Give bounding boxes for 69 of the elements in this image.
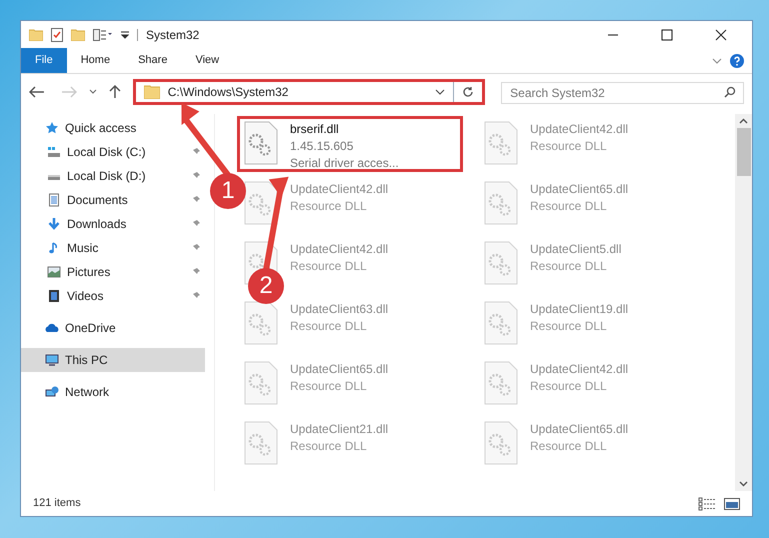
file-gears-icon xyxy=(244,361,278,405)
dropdown-icon[interactable] xyxy=(121,30,129,38)
file-gears-icon xyxy=(244,181,278,225)
ribbon-tab[interactable]: File xyxy=(21,48,67,73)
file-detail: Resource DLL xyxy=(290,378,368,395)
file-gears-icon xyxy=(484,361,518,405)
chevron-down-icon[interactable] xyxy=(435,89,446,95)
file-gears-icon xyxy=(484,121,518,165)
sidebar-item[interactable]: Network xyxy=(21,380,205,404)
up-arrow-icon[interactable] xyxy=(108,85,121,99)
file-detail: Resource DLL xyxy=(290,438,368,455)
file-gears-icon xyxy=(244,301,278,345)
file-gears-icon xyxy=(484,301,518,345)
file-gears-icon xyxy=(244,121,278,165)
large-icons-view-icon[interactable] xyxy=(724,498,740,510)
address-bar[interactable]: C:\Windows\System32 xyxy=(132,79,486,105)
file-gears-icon xyxy=(484,181,518,225)
drive-win-icon xyxy=(47,145,61,159)
file-detail: Resource DLL xyxy=(290,318,368,335)
sidebar-item[interactable]: This PC xyxy=(21,348,205,372)
file-gears-icon xyxy=(484,421,518,465)
file-gears-icon xyxy=(484,241,518,285)
search-icon xyxy=(724,86,736,98)
properties-icon[interactable] xyxy=(93,28,113,40)
chevron-down-icon[interactable] xyxy=(739,481,748,487)
file-detail: Resource DLL xyxy=(530,438,608,455)
cloud-icon xyxy=(45,321,59,335)
sidebar-item[interactable]: Pictures xyxy=(21,260,205,284)
folder-icon xyxy=(144,85,160,99)
file-detail: Resource DLL xyxy=(530,258,608,275)
file-detail: Resource DLL xyxy=(290,198,368,215)
picture-icon xyxy=(47,265,61,279)
file-detail: Resource DLL xyxy=(530,138,608,155)
sidebar-item[interactable]: Videos xyxy=(21,284,205,308)
expand-ribbon-icon[interactable] xyxy=(712,58,722,64)
sidebar-item[interactable]: Downloads xyxy=(21,212,205,236)
window-title: System32 xyxy=(146,26,200,44)
sidebar-item[interactable]: Local Disk (D:) xyxy=(21,164,205,188)
document-icon xyxy=(47,193,61,207)
item-count: 121 items xyxy=(33,496,81,512)
sidebar-item[interactable]: OneDrive xyxy=(21,316,205,340)
back-arrow-icon[interactable] xyxy=(29,86,45,98)
sidebar-item[interactable]: Quick access xyxy=(21,116,205,140)
file-detail: Resource DLL xyxy=(530,378,608,395)
chevron-down-icon[interactable] xyxy=(88,89,97,95)
file-detail: Resource DLL xyxy=(290,258,368,275)
scrollbar[interactable] xyxy=(735,114,752,491)
download-icon xyxy=(47,217,61,231)
file-gears-icon xyxy=(244,421,278,465)
file-detail: Serial driver acces... xyxy=(290,155,399,172)
file-detail: Resource DLL xyxy=(530,198,608,215)
sidebar-item[interactable]: Documents xyxy=(21,188,205,212)
sidebar-item[interactable]: Music xyxy=(21,236,205,260)
details-view-icon[interactable] xyxy=(698,496,716,510)
refresh-icon[interactable] xyxy=(462,86,474,98)
star-icon xyxy=(45,121,59,135)
monitor-icon xyxy=(45,353,59,367)
search-field[interactable]: Search System32 xyxy=(501,82,744,104)
scroll-thumb[interactable] xyxy=(736,128,750,176)
file-detail: 1.45.15.605 xyxy=(290,138,354,155)
file-detail: Resource DLL xyxy=(530,318,608,335)
chevron-up-icon[interactable] xyxy=(739,118,748,124)
checklist-icon[interactable] xyxy=(51,28,63,42)
help-icon[interactable] xyxy=(730,54,744,68)
address-path: C:\Windows\System32 xyxy=(168,84,290,101)
video-icon xyxy=(47,289,61,303)
network-icon xyxy=(45,385,59,399)
sidebar-item[interactable]: Local Disk (C:) xyxy=(21,140,205,164)
file-name[interactable]: brserif.dll xyxy=(290,121,399,138)
